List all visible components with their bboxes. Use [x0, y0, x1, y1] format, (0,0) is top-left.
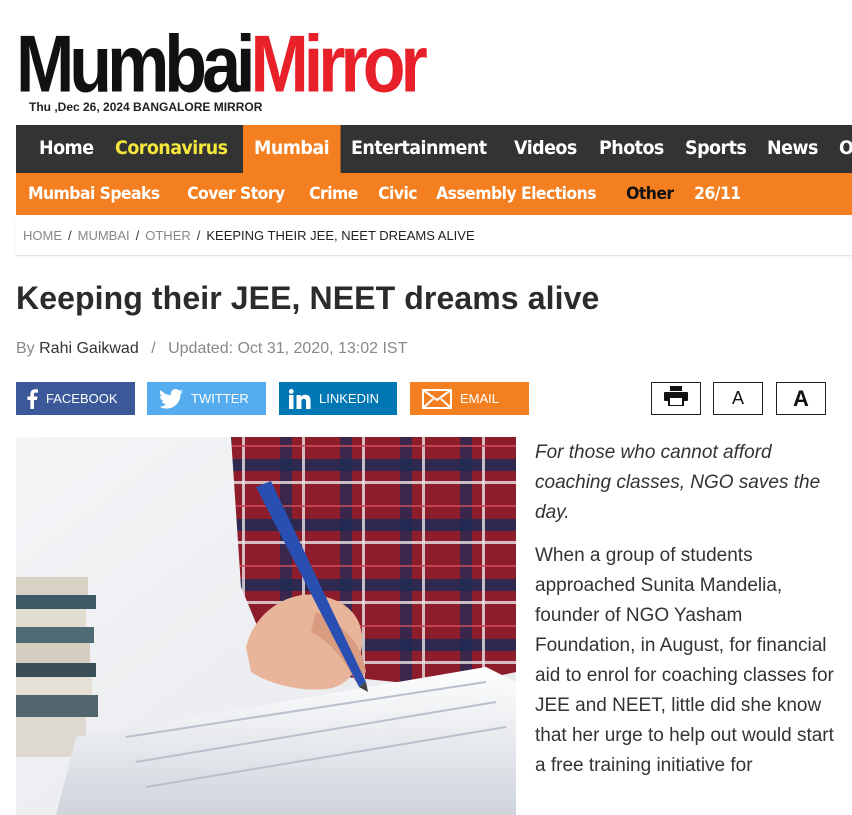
subnav-item-other[interactable]: Other: [616, 174, 684, 214]
email-share-button[interactable]: EMAIL: [410, 382, 529, 415]
twitter-label: TWITTER: [191, 391, 249, 406]
updated-timestamp: Updated: Oct 31, 2020, 13:02 IST: [168, 340, 408, 357]
facebook-icon: [26, 388, 38, 409]
nav-item-coronavirus[interactable]: Coronavirus: [104, 125, 239, 173]
nav-item-news[interactable]: News: [756, 125, 829, 173]
byline: By Rahi Gaikwad / Updated: Oct 31, 2020,…: [16, 340, 408, 357]
increase-font-button[interactable]: A: [776, 382, 826, 415]
linkedin-label: LINKEDIN: [319, 391, 379, 406]
printer-icon: [664, 386, 688, 411]
author-name[interactable]: Rahi Gaikwad: [39, 340, 139, 357]
article-body: When a group of students approached Suni…: [535, 545, 834, 776]
subnav-item-assembly-elections[interactable]: Assembly Elections: [426, 174, 606, 214]
envelope-icon: [422, 388, 452, 409]
facebook-share-button[interactable]: FACEBOOK: [16, 382, 135, 415]
subnav-item-cover-story[interactable]: Cover Story: [177, 174, 295, 214]
email-label: EMAIL: [460, 391, 500, 406]
breadcrumb: HOME / MUMBAI / OTHER / KEEPING THEIR JE…: [16, 216, 852, 256]
subnav-item-crime[interactable]: Crime: [299, 174, 368, 214]
dateline: Thu ,Dec 26, 2024 BANGALORE MIRROR: [29, 100, 263, 114]
subnav-item-mumbai-speaks[interactable]: Mumbai Speaks: [16, 174, 170, 214]
twitter-share-button[interactable]: TWITTER: [147, 382, 266, 415]
subnav-item-26-11[interactable]: 26/11: [684, 174, 751, 214]
breadcrumb-other[interactable]: OTHER: [145, 228, 191, 243]
breadcrumb-home[interactable]: HOME: [23, 228, 62, 243]
linkedin-share-button[interactable]: LINKEDIN: [279, 382, 397, 415]
main-nav: Home Coronavirus Mumbai Entertainment Vi…: [16, 125, 852, 173]
nav-item-sports[interactable]: Sports: [674, 125, 757, 173]
nav-item-mumbai[interactable]: Mumbai: [242, 125, 340, 173]
site-logo[interactable]: MumbaiMirror: [16, 18, 428, 109]
article-photo: [16, 437, 516, 815]
breadcrumb-mumbai[interactable]: MUMBAI: [78, 228, 130, 243]
nav-item-opinion[interactable]: Opi: [828, 125, 852, 173]
logo-word-mumbai: Mumbai: [16, 19, 255, 109]
subnav-item-civic[interactable]: Civic: [368, 174, 427, 214]
nav-item-home[interactable]: Home: [16, 125, 105, 173]
breadcrumb-separator: /: [196, 228, 201, 243]
logo-word-mirror: Mirror: [250, 19, 427, 109]
linkedin-icon: [289, 388, 311, 409]
article-summary: For those who cannot afford coaching cla…: [535, 442, 821, 523]
nav-item-entertainment[interactable]: Entertainment: [340, 125, 498, 173]
facebook-label: FACEBOOK: [46, 391, 118, 406]
sub-nav: Mumbai Speaks Cover Story Crime Civic As…: [16, 173, 852, 215]
nav-item-photos[interactable]: Photos: [588, 125, 675, 173]
article-title: Keeping their JEE, NEET dreams alive: [16, 280, 600, 316]
breadcrumb-separator: /: [135, 228, 140, 243]
print-button[interactable]: [651, 382, 701, 415]
breadcrumb-separator: /: [68, 228, 72, 243]
byline-prefix: By: [16, 340, 35, 357]
decrease-font-button[interactable]: A: [713, 382, 763, 415]
twitter-icon: [159, 388, 183, 409]
breadcrumb-current: KEEPING THEIR JEE, NEET DREAMS ALIVE: [206, 228, 475, 243]
nav-item-videos[interactable]: Videos: [503, 125, 588, 173]
